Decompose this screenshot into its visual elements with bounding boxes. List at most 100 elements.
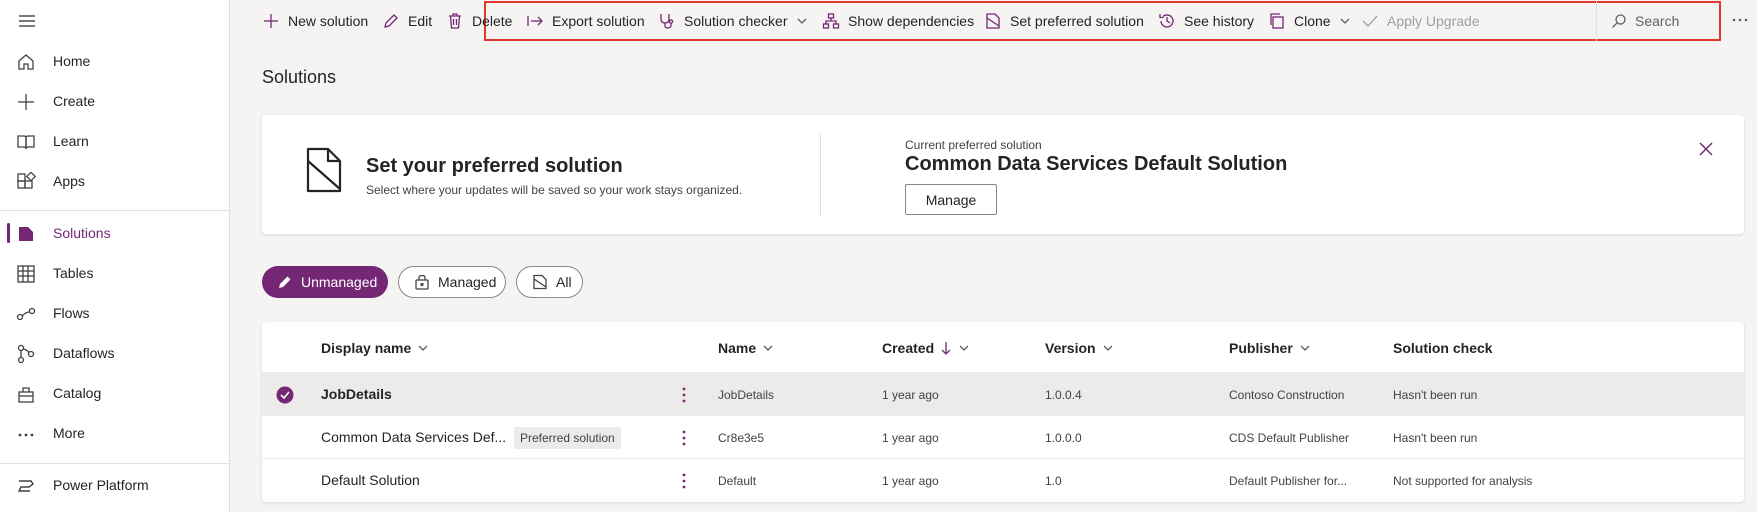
active-indicator — [7, 223, 10, 243]
show-dependencies-label: Show dependencies — [848, 13, 975, 29]
sidebar-item-label: Apps — [53, 173, 85, 189]
clone-dropdown[interactable]: Clone — [1268, 0, 1351, 42]
filter-all-label: All — [556, 274, 572, 290]
sidebar-item-catalog[interactable]: Catalog — [0, 375, 229, 411]
row-name: Default — [718, 474, 757, 488]
sidebar-item-label: Solutions — [53, 225, 111, 241]
more-actions-icon[interactable] — [676, 385, 692, 405]
trash-icon — [449, 13, 461, 29]
row-publisher: CDS Default Publisher — [1229, 431, 1350, 445]
table-row[interactable]: JobDetails JobDetails 1 year ago 1.0.0.4… — [262, 372, 1744, 415]
sidebar-item-dataflows[interactable]: Dataflows — [0, 335, 229, 371]
sidebar-item-more[interactable]: More — [0, 415, 229, 451]
column-header-name[interactable]: Name — [718, 340, 774, 356]
manage-button[interactable]: Manage — [905, 184, 997, 215]
search-input[interactable]: Search — [1596, 0, 1757, 42]
command-bar: New solution Edit Delete Export solution… — [230, 0, 1757, 42]
column-header-publisher[interactable]: Publisher — [1229, 340, 1311, 356]
row-version: 1.0.0.4 — [1045, 388, 1082, 402]
sidebar-item-solutions[interactable]: Solutions — [0, 215, 229, 251]
table-icon — [17, 265, 35, 283]
row-display-name[interactable]: Common Data Services Def... — [321, 429, 506, 445]
row-name: JobDetails — [718, 388, 775, 402]
dependencies-icon — [822, 13, 840, 29]
sidebar-item-flows[interactable]: Flows — [0, 295, 229, 331]
book-icon — [17, 135, 35, 150]
solutions-icon — [19, 227, 33, 241]
more-actions-icon[interactable] — [676, 428, 692, 448]
sidebar-item-power-platform[interactable]: Power Platform — [0, 467, 229, 503]
row-solution-check: Hasn't been run — [1393, 388, 1478, 402]
row-created: 1 year ago — [882, 474, 939, 488]
row-publisher: Contoso Construction — [1229, 388, 1345, 402]
row-display-name[interactable]: Default Solution — [321, 472, 420, 488]
export-solution-button[interactable]: Export solution — [526, 0, 645, 42]
sidebar-item-home[interactable]: Home — [0, 43, 229, 79]
pencil-icon — [384, 14, 398, 28]
column-header-created[interactable]: Created — [882, 340, 970, 356]
solution-checker-dropdown[interactable]: Solution checker — [658, 0, 808, 42]
column-header-solution-check: Solution check — [1393, 340, 1493, 356]
clone-label: Clone — [1294, 13, 1331, 29]
checkmark-circle-icon[interactable] — [276, 386, 294, 404]
delete-button[interactable]: Delete — [446, 0, 512, 42]
plus-icon — [18, 94, 34, 110]
filter-all-pill[interactable]: All — [516, 266, 583, 298]
sidebar-item-create[interactable]: Create — [0, 83, 229, 119]
sidebar-item-label: Flows — [53, 305, 90, 321]
chevron-down-icon — [763, 345, 773, 351]
sidebar-item-learn[interactable]: Learn — [0, 123, 229, 159]
set-preferred-solution-button[interactable]: Set preferred solution — [984, 0, 1144, 42]
banner-title: Set your preferred solution — [366, 155, 623, 177]
see-history-button[interactable]: See history — [1158, 0, 1254, 42]
left-navigation: Home Create Learn Apps Solutions Tables … — [0, 0, 230, 512]
row-display-name[interactable]: JobDetails — [321, 386, 392, 402]
sidebar-item-label: Create — [53, 93, 96, 109]
more-actions-icon[interactable] — [676, 471, 692, 491]
filter-unmanaged-pill[interactable]: Unmanaged — [262, 266, 388, 298]
close-icon[interactable] — [1697, 140, 1715, 158]
lock-icon — [415, 274, 429, 290]
chevron-down-icon — [1103, 345, 1113, 351]
nav-divider — [0, 210, 229, 211]
show-dependencies-button[interactable]: Show dependencies — [822, 0, 974, 42]
current-preferred-label: Current preferred solution — [905, 138, 1042, 152]
search-icon — [1612, 14, 1626, 28]
chevron-down-icon — [959, 345, 969, 351]
solution-checker-label: Solution checker — [684, 13, 788, 29]
flow-icon — [16, 307, 36, 321]
column-header-label: Display name — [321, 340, 412, 356]
row-created: 1 year ago — [882, 388, 939, 402]
dataflow-icon — [17, 344, 35, 364]
column-header-display-name[interactable]: Display name — [321, 340, 429, 356]
checkmark-icon — [1362, 15, 1378, 27]
sidebar-item-tables[interactable]: Tables — [0, 255, 229, 291]
set-preferred-solution-label: Set preferred solution — [1010, 13, 1144, 29]
history-icon — [1159, 14, 1174, 28]
filter-managed-pill[interactable]: Managed — [398, 266, 506, 298]
apply-upgrade-button[interactable]: Apply Upgrade — [1361, 0, 1480, 42]
sidebar-item-label: More — [53, 425, 85, 441]
new-solution-label: New solution — [288, 13, 369, 29]
table-row[interactable]: Common Data Services Def... Preferred so… — [262, 415, 1744, 458]
current-preferred-value: Common Data Services Default Solution — [905, 153, 1288, 175]
sidebar-item-label: Home — [53, 53, 91, 69]
hamburger-menu-icon[interactable] — [16, 10, 38, 32]
edit-label: Edit — [408, 13, 433, 29]
chevron-down-icon — [418, 345, 428, 351]
row-created: 1 year ago — [882, 431, 939, 445]
sidebar-item-label: Catalog — [53, 385, 102, 401]
sort-descending-icon — [941, 342, 951, 355]
solutions-table: Display name Name Created Version Publis… — [262, 322, 1744, 502]
edit-button[interactable]: Edit — [382, 0, 432, 42]
column-header-label: Name — [718, 340, 757, 356]
sidebar-item-label: Dataflows — [53, 345, 115, 361]
column-header-version[interactable]: Version — [1045, 340, 1114, 356]
new-solution-button[interactable]: New solution — [262, 0, 368, 42]
copy-icon — [1270, 13, 1284, 29]
power-platform-icon — [17, 480, 34, 492]
export-solution-label: Export solution — [552, 13, 645, 29]
sidebar-item-apps[interactable]: Apps — [0, 163, 229, 199]
table-row[interactable]: Default Solution Default 1 year ago 1.0 … — [262, 458, 1744, 501]
sidebar-item-label: Learn — [53, 133, 89, 149]
